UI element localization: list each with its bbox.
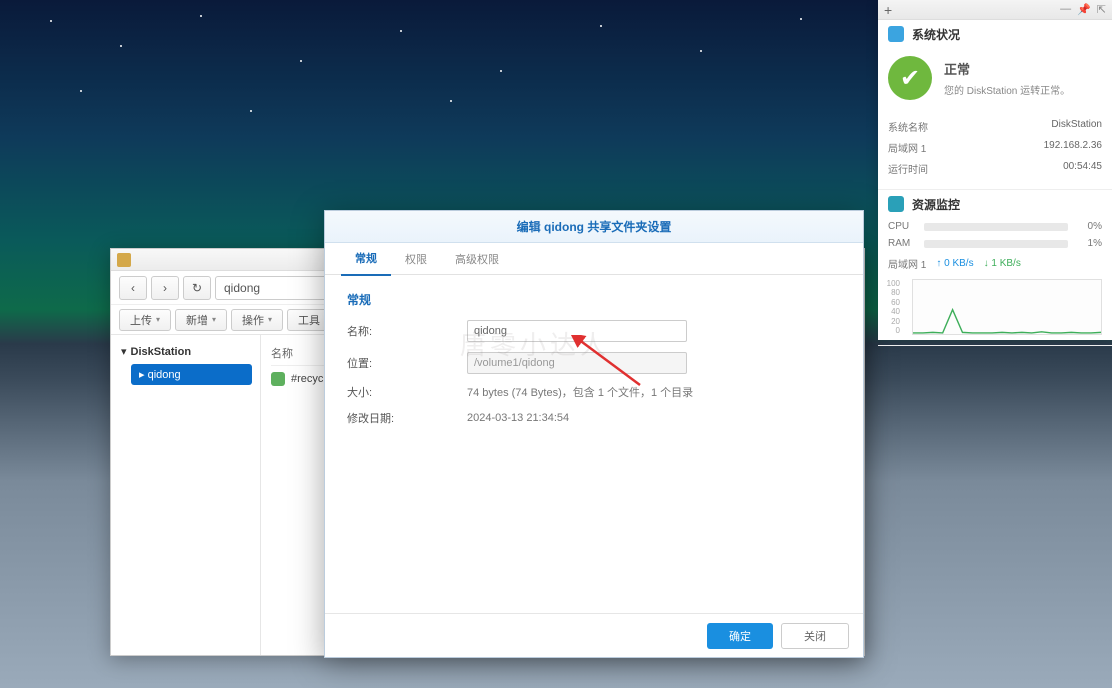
dialog-tabs: 常规 权限 高级权限 [325,243,863,275]
ok-button[interactable]: 确定 [707,623,773,649]
file-name: #recyc [291,373,323,385]
expand-icon[interactable]: ⇱ [1097,3,1106,16]
dialog-title: 编辑 qidong 共享文件夹设置 [325,211,863,243]
info-icon [888,26,904,42]
name-input[interactable] [467,320,687,342]
ram-pct: 1% [1076,238,1102,249]
net-dn: ↓ 1 KB/s [984,258,1021,269]
status-main: 正常 [944,59,1070,78]
sidebar-root-label: DiskStation [131,346,192,358]
ram-meter [924,240,1068,248]
section-general-header: 常规 [347,291,841,308]
tab-permissions[interactable]: 权限 [391,243,441,275]
forward-button[interactable]: › [151,276,179,300]
net-up: ↑ 0 KB/s [936,258,973,269]
widget-titlebar[interactable]: + — 📌 ⇱ [878,0,1112,20]
refresh-button[interactable]: ↻ [183,276,211,300]
minimize-icon[interactable]: — [1060,3,1071,16]
system-status-title: 系统状况 [912,26,960,43]
cpu-pct: 0% [1076,221,1102,232]
back-button[interactable]: ‹ [119,276,147,300]
add-widget-button[interactable]: + [884,2,892,18]
sysname-value: DiskStation [1051,119,1102,134]
sidebar-node-qidong[interactable]: ▸ qidong [131,364,252,385]
uptime-value: 00:54:45 [1063,161,1102,176]
file-browser-sidebar: ▾ DiskStation ▸ qidong [111,335,261,655]
date-value: 2024-03-13 21:34:54 [467,412,569,424]
edit-shared-folder-dialog: 编辑 qidong 共享文件夹设置 常规 权限 高级权限 常规 名称: 位置: … [324,210,864,658]
location-label: 位置: [347,355,467,371]
status-ok-icon: ✔ [888,56,932,100]
size-label: 大小: [347,384,467,400]
resource-title: 资源监控 [912,196,960,213]
action-label: 操作 [242,312,264,328]
new-button[interactable]: 新增▾ [175,309,227,331]
cpu-label: CPU [888,221,916,232]
lan-label: 局域网 1 [888,140,926,155]
resource-monitor-widget: 资源监控 CPU 0% RAM 1% 局域网 1 ↑ 0 KB/s ↓ 1 KB… [878,190,1112,346]
cancel-button[interactable]: 关闭 [781,623,849,649]
action-button[interactable]: 操作▾ [231,309,283,331]
system-status-widget: 系统状况 ✔ 正常 您的 DiskStation 运转正常。 系统名称 DiskS… [878,20,1112,190]
tab-advanced-permissions[interactable]: 高级权限 [441,243,513,275]
monitor-icon [888,196,904,212]
recycle-icon [271,372,285,386]
net-label: 局域网 1 [888,256,926,271]
tab-general[interactable]: 常规 [341,242,391,276]
location-input [467,352,687,374]
date-label: 修改日期: [347,410,467,426]
tools-label: 工具 [298,312,320,328]
lan-value: 192.168.2.36 [1044,140,1102,155]
sysname-label: 系统名称 [888,119,928,134]
widget-panel: + — 📌 ⇱ 系统状况 ✔ 正常 您的 DiskStation 运转正常。 系… [878,0,1112,340]
upload-label: 上传 [130,312,152,328]
sidebar-node-diskstation[interactable]: ▾ DiskStation [115,341,256,362]
sidebar-child-label: qidong [148,369,181,381]
status-sub: 您的 DiskStation 运转正常。 [944,82,1070,97]
size-value: 74 bytes (74 Bytes)，包含 1 个文件，1 个目录 [467,384,693,400]
cpu-meter [924,223,1068,231]
upload-button[interactable]: 上传▾ [119,309,171,331]
new-label: 新增 [186,312,208,328]
pin-icon[interactable]: 📌 [1077,3,1091,16]
name-label: 名称: [347,323,467,339]
ram-label: RAM [888,238,916,249]
chart-y-labels: 100 80 60 40 20 0 [878,279,900,335]
dialog-footer: 确定 关闭 [325,613,863,657]
dialog-body: 常规 名称: 位置: 大小: 74 bytes (74 Bytes)，包含 1 … [325,275,863,452]
folder-icon [117,253,131,267]
network-chart [912,279,1102,335]
uptime-label: 运行时间 [888,161,928,176]
